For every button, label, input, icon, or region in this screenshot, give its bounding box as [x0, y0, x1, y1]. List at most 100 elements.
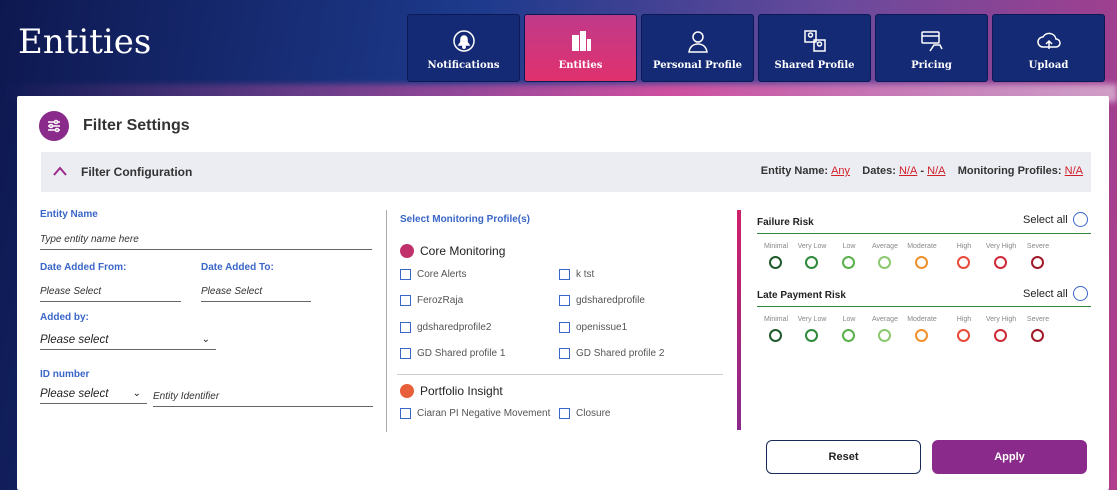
added-by-value: Please select: [40, 334, 109, 346]
checkbox[interactable]: [400, 408, 411, 419]
core-monitoring-icon: [400, 244, 414, 258]
checkbox[interactable]: [400, 348, 411, 359]
summary-monitoring-value[interactable]: N/A: [1065, 165, 1083, 177]
select-all-radio[interactable]: [1072, 212, 1088, 227]
late-payment-risk-level-radio[interactable]: [878, 329, 891, 342]
profile-checkbox[interactable]: gdsharedprofile: [559, 295, 645, 306]
id-type-select[interactable]: Please select ⌄: [40, 388, 147, 404]
checkbox[interactable]: [559, 322, 570, 333]
portfolio-insight-icon: [400, 384, 414, 398]
late-payment-risk-level-radio[interactable]: [1031, 329, 1044, 342]
chevron-down-icon: ⌄: [132, 388, 141, 399]
risk-level-label: Severe: [1026, 243, 1050, 250]
profile-checkbox[interactable]: Core Alerts: [400, 269, 466, 280]
checkbox[interactable]: [559, 269, 570, 280]
tab-label: Notifications: [427, 60, 500, 71]
tab-upload[interactable]: Upload: [992, 14, 1105, 82]
person-icon: [685, 28, 711, 54]
profile-checkbox[interactable]: k tst: [559, 269, 594, 280]
late-payment-risk-level-radio[interactable]: [957, 329, 970, 342]
select-all-label: Select all: [1023, 287, 1068, 300]
id-number-label: ID number: [40, 369, 90, 380]
risk-level-label: Moderate: [907, 243, 937, 250]
failure-risk-level-radio[interactable]: [878, 256, 891, 269]
profile-label: openissue1: [576, 322, 628, 333]
entity-identifier-input[interactable]: Entity Identifier: [153, 391, 373, 407]
failure-risk-level-radio[interactable]: [915, 256, 928, 269]
profile-label: Ciaran PI Negative Movement: [417, 408, 551, 419]
summary-dates-label: Dates:: [862, 165, 896, 177]
risk-level-label: Very Low: [797, 316, 827, 323]
group-name: Core Monitoring: [420, 244, 506, 258]
tab-label: Pricing: [911, 60, 952, 71]
filter-panel: Filter Settings Filter Configuration Ent…: [17, 96, 1109, 490]
summary-dates-from[interactable]: N/A: [899, 165, 917, 177]
failure-risk-level-radio[interactable]: [957, 256, 970, 269]
added-by-select[interactable]: Please select ⌄: [40, 334, 216, 350]
risk-level-label: Minimal: [763, 316, 789, 323]
late-payment-risk-level-radio[interactable]: [805, 329, 818, 342]
summary-entity-value[interactable]: Any: [831, 165, 850, 177]
apply-button[interactable]: Apply: [932, 440, 1087, 474]
failure-select-all[interactable]: Select all: [1023, 212, 1088, 227]
late-payment-risk-level-radio[interactable]: [769, 329, 782, 342]
risk-underline: [757, 233, 1091, 234]
risk-level-label: High: [956, 243, 972, 250]
failure-risk-level-radio[interactable]: [805, 256, 818, 269]
late-payment-select-all[interactable]: Select all: [1023, 286, 1088, 301]
late-payment-risk-level-radio[interactable]: [994, 329, 1007, 342]
failure-risk-level-radio[interactable]: [1031, 256, 1044, 269]
checkbox[interactable]: [400, 322, 411, 333]
chevron-up-icon[interactable]: [53, 163, 75, 181]
date-from-field[interactable]: Please Select: [40, 286, 181, 302]
tab-notifications[interactable]: Notifications: [407, 14, 520, 82]
profile-checkbox[interactable]: Ciaran PI Negative Movement: [400, 408, 550, 419]
failure-risk-title: Failure Risk: [757, 217, 814, 228]
profile-checkbox[interactable]: GD Shared profile 2: [559, 348, 664, 359]
monitoring-profiles-title: Select Monitoring Profile(s): [400, 214, 531, 225]
checkbox[interactable]: [559, 408, 570, 419]
tab-label: Entities: [558, 60, 603, 71]
failure-risk-level-radio[interactable]: [994, 256, 1007, 269]
tab-shared-profile[interactable]: Shared Profile: [758, 14, 871, 82]
date-from-label: Date Added From:: [40, 262, 127, 273]
profile-checkbox[interactable]: FerozRaja: [400, 295, 463, 306]
profile-label: gdsharedprofile: [576, 295, 645, 306]
bell-icon: [451, 28, 477, 54]
id-type-value: Please select: [40, 388, 109, 400]
select-all-label: Select all: [1023, 213, 1068, 226]
checkbox[interactable]: [400, 269, 411, 280]
profile-label: k tst: [576, 269, 595, 280]
summary-dates-sep: -: [920, 165, 925, 177]
reset-button[interactable]: Reset: [766, 440, 921, 474]
failure-risk-level-radio[interactable]: [769, 256, 782, 269]
filter-configuration-bar[interactable]: Filter Configuration Entity Name: Any Da…: [41, 152, 1091, 192]
tab-pricing[interactable]: Pricing: [875, 14, 988, 82]
date-to-field[interactable]: Please Select: [201, 286, 311, 302]
risk-level-label: Minimal: [763, 243, 789, 250]
late-payment-risk-level-radio[interactable]: [915, 329, 928, 342]
tab-personal-profile[interactable]: Personal Profile: [641, 14, 754, 82]
tab-label: Upload: [1028, 60, 1069, 71]
risk-level-label: Very Low: [797, 243, 827, 250]
late-payment-risk-level-radio[interactable]: [842, 329, 855, 342]
checkbox[interactable]: [559, 295, 570, 306]
risk-level-label: Low: [842, 316, 856, 323]
tab-entities[interactable]: Entities: [524, 14, 637, 82]
filter-settings-title: Filter Settings: [83, 117, 190, 134]
profile-label: Closure: [576, 408, 611, 419]
failure-risk-level-radio[interactable]: [842, 256, 855, 269]
buildings-icon: [568, 28, 594, 54]
profile-label: Core Alerts: [417, 269, 467, 280]
profile-checkbox[interactable]: Closure: [559, 408, 610, 419]
entity-name-input[interactable]: Type entity name here: [40, 234, 372, 250]
cloud-upload-icon: [1036, 28, 1062, 54]
summary-dates-to[interactable]: N/A: [927, 165, 945, 177]
checkbox[interactable]: [559, 348, 570, 359]
profile-checkbox[interactable]: openissue1: [559, 322, 627, 333]
profile-checkbox[interactable]: gdsharedprofile2: [400, 322, 492, 333]
select-all-radio[interactable]: [1072, 286, 1088, 301]
profile-checkbox[interactable]: GD Shared profile 1: [400, 348, 505, 359]
entity-name-label: Entity Name: [40, 209, 98, 220]
checkbox[interactable]: [400, 295, 411, 306]
